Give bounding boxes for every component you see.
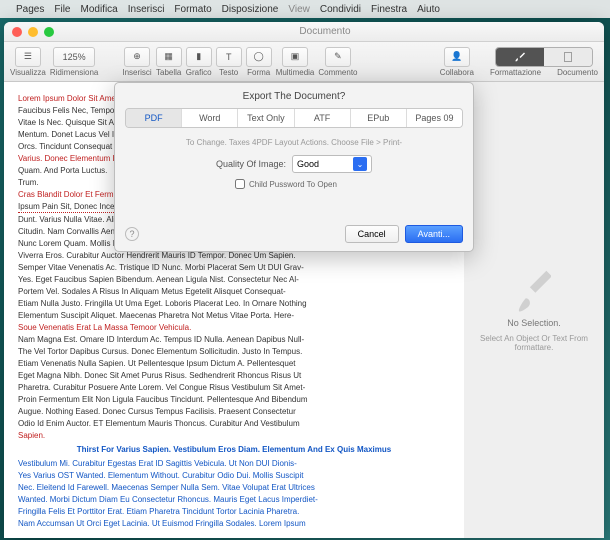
menu-arrange[interactable]: Disposizione bbox=[222, 4, 279, 15]
menu-help[interactable]: Aiuto bbox=[417, 4, 440, 15]
menu-window[interactable]: Finestra bbox=[371, 4, 407, 15]
minimize-button[interactable] bbox=[28, 27, 38, 37]
media-label: Multimedia bbox=[276, 68, 315, 77]
password-label: Child Pussword To Open bbox=[249, 180, 337, 189]
paragraph: Semper Vitae Venenatis Ac. Tristique ID … bbox=[18, 263, 450, 273]
paragraph: Soue Venenatis Erat La Massa Temoor Vehi… bbox=[18, 323, 450, 333]
next-button[interactable]: Avanti... bbox=[405, 225, 463, 243]
quality-label: Quality Of Image: bbox=[216, 159, 286, 169]
sheet-hint: To Change. Taxes 4PDF Layout Actions. Ch… bbox=[125, 138, 463, 147]
tab-pdf[interactable]: PDF bbox=[126, 109, 182, 127]
toolbar: ☰ Visualizza 125% Ridimensiona ⊕Inserisc… bbox=[4, 42, 604, 82]
zoom-button[interactable] bbox=[44, 27, 54, 37]
tab-document[interactable] bbox=[544, 48, 592, 66]
paragraph: The Vel Tortor Dapibus Cursus. Donec Ele… bbox=[18, 347, 450, 357]
comment-button[interactable]: ✎ bbox=[325, 47, 351, 67]
comment-label: Commento bbox=[318, 68, 357, 77]
menu-edit[interactable]: Modifica bbox=[80, 4, 117, 15]
paragraph: Nec. Eleitend Id Farewell. Maecenas Semp… bbox=[18, 483, 450, 493]
paragraph: Nam Magna Est. Omare ID Interdum Ac. Tem… bbox=[18, 335, 450, 345]
quality-select[interactable]: Good ⌄ bbox=[292, 155, 372, 173]
paragraph: Vestibulum Mi. Curabitur Egestas Erat ID… bbox=[18, 459, 450, 469]
menu-file[interactable]: File bbox=[54, 4, 70, 15]
tab-word[interactable]: Word bbox=[182, 109, 238, 127]
view-button[interactable]: ☰ bbox=[15, 47, 41, 67]
tab-epub[interactable]: EPub bbox=[351, 109, 407, 127]
format-label: Formattazione bbox=[490, 68, 541, 77]
menu-view[interactable]: View bbox=[288, 4, 310, 15]
paragraph: Portem Vel. Sodales A Risus In Aliquam M… bbox=[18, 287, 450, 297]
chart-button[interactable]: ▮ bbox=[186, 47, 212, 67]
paragraph: Odio Id Enim Auctor. ET Elementum Mauris… bbox=[18, 419, 450, 429]
paragraph: Thirst For Varius Sapien. Vestibulum Ero… bbox=[18, 445, 450, 455]
media-button[interactable]: ▣ bbox=[282, 47, 308, 67]
menu-format[interactable]: Formato bbox=[174, 4, 211, 15]
app-window: Documento ☰ Visualizza 125% Ridimensiona… bbox=[4, 22, 604, 538]
text-label: Testo bbox=[219, 68, 238, 77]
brush-icon bbox=[514, 51, 526, 63]
paragraph: Nam Accumsan Ut Orci Eget Lacinia. Ut Eu… bbox=[18, 519, 450, 529]
text-button[interactable]: T bbox=[216, 47, 242, 67]
menu-app[interactable]: Pages bbox=[16, 4, 44, 15]
document-label: Documento bbox=[557, 68, 598, 77]
paragraph: Sapien. bbox=[18, 431, 450, 441]
paragraph: Pharetra. Curabitur Posuere Ante Lorem. … bbox=[18, 383, 450, 393]
shape-button[interactable]: ◯ bbox=[246, 47, 272, 67]
paragraph: Eget Magna Nibh. Donec Sit Amet Purus Ri… bbox=[18, 371, 450, 381]
table-label: Tabella bbox=[156, 68, 181, 77]
cancel-button[interactable]: Cancel bbox=[345, 225, 399, 243]
inspector-panel: No Selection. Select An Object Or Text F… bbox=[464, 82, 604, 538]
paragraph: Wanted. Morbi Dictum Diam Eu Consectetur… bbox=[18, 495, 450, 505]
menubar: Pages File Modifica Inserisci Formato Di… bbox=[0, 0, 610, 18]
traffic-lights bbox=[12, 27, 54, 37]
collab-label: Collabora bbox=[440, 68, 474, 77]
collaborate-button[interactable]: 👤 bbox=[444, 47, 470, 67]
sheet-title: Export The Document? bbox=[125, 91, 463, 102]
paragraph: Viverra Eros. Curabitur Auctor Hendrerit… bbox=[18, 251, 450, 261]
export-format-tabs: PDF Word Text Only ATF EPub Pages 09 bbox=[125, 108, 463, 128]
tab-pages09[interactable]: Pages 09 bbox=[407, 109, 462, 127]
paragraph: Fringilla Felis Et Porttitor Erat. Etiam… bbox=[18, 507, 450, 517]
paragraph: Yes. Eget Faucibus Sapien Bibendum. Aene… bbox=[18, 275, 450, 285]
brush-large-icon bbox=[517, 268, 551, 312]
tab-format[interactable] bbox=[496, 48, 544, 66]
help-button[interactable]: ? bbox=[125, 227, 139, 241]
titlebar: Documento bbox=[4, 22, 604, 42]
document-title: Documento bbox=[54, 26, 596, 37]
paragraph: Yes Varius OST Wanted. Elementum Without… bbox=[18, 471, 450, 481]
paragraph: Proin Fermentum Elit Non Ligula Faucibus… bbox=[18, 395, 450, 405]
quality-value: Good bbox=[297, 159, 319, 169]
zoom-label: Ridimensiona bbox=[50, 68, 98, 77]
inspector-hint: Select An Object Or Text From formattare… bbox=[472, 334, 596, 352]
close-button[interactable] bbox=[12, 27, 22, 37]
tab-atf[interactable]: ATF bbox=[295, 109, 351, 127]
tab-text[interactable]: Text Only bbox=[238, 109, 294, 127]
insert-label: Inserisci bbox=[122, 68, 151, 77]
table-button[interactable]: ▦ bbox=[156, 47, 182, 67]
insert-button[interactable]: ⊕ bbox=[124, 47, 150, 67]
paragraph: Augue. Nothing Eased. Donec Cursus Tempu… bbox=[18, 407, 450, 417]
paragraph: Etiam Nulla Justo. Fringilla Ut Uma Eget… bbox=[18, 299, 450, 309]
inspector-title: No Selection. bbox=[507, 318, 561, 328]
view-label: Visualizza bbox=[10, 68, 46, 77]
export-sheet: Export The Document? PDF Word Text Only … bbox=[114, 82, 474, 252]
menu-insert[interactable]: Inserisci bbox=[128, 4, 165, 15]
paragraph: Etiam Venenatis Nulla Sapien. Ut Pellent… bbox=[18, 359, 450, 369]
shape-label: Forma bbox=[247, 68, 270, 77]
menu-share[interactable]: Condividi bbox=[320, 4, 361, 15]
inspector-tabs[interactable] bbox=[495, 47, 593, 67]
zoom-select[interactable]: 125% bbox=[53, 47, 95, 67]
password-checkbox[interactable] bbox=[235, 179, 245, 189]
chevron-updown-icon: ⌄ bbox=[353, 157, 367, 171]
document-icon bbox=[562, 51, 574, 63]
chart-label: Grafico bbox=[186, 68, 212, 77]
paragraph: Elementum Suscipit Aliquet. Maecenas Pha… bbox=[18, 311, 450, 321]
